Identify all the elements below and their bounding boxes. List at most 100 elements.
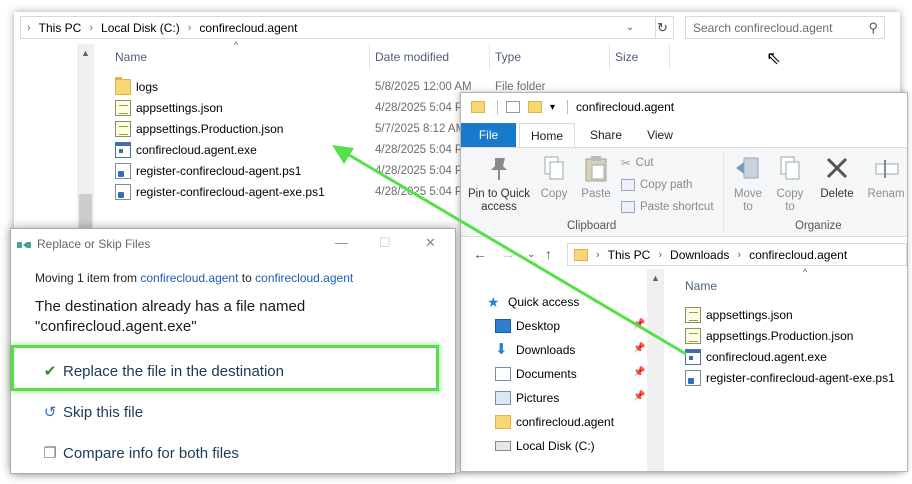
destination-folder-link[interactable]: confirecloud.agent <box>255 271 353 285</box>
close-icon[interactable]: ✕ <box>425 235 436 251</box>
back-arrow-icon[interactable]: ← <box>473 246 487 262</box>
navigation-scrollbar[interactable]: ▲ <box>647 269 664 471</box>
nav-item-documents[interactable]: Documents <box>495 363 577 385</box>
cut-button[interactable]: ✂ Cut <box>621 154 654 172</box>
address-bar[interactable]: › This PC › Local Disk (C:) › confireclo… <box>20 16 656 39</box>
replace-option[interactable]: ✔ Replace the file in the destination <box>41 362 284 381</box>
ribbon-tabs: File Home Share View <box>461 121 907 147</box>
file-name: appsettings.Production.json <box>706 329 854 343</box>
move-to-button[interactable]: Move to <box>731 154 765 214</box>
tab-home[interactable]: Home <box>519 123 575 147</box>
minimize-icon[interactable]: — <box>335 235 348 250</box>
pin-icon[interactable]: 📌 <box>633 319 645 330</box>
file-row-register-ps1[interactable]: register-confirecloud-agent.ps1 <box>115 161 301 181</box>
paste-label: Paste <box>581 188 611 200</box>
nav-item-downloads[interactable]: ⬇ Downloads <box>495 339 575 361</box>
paste-shortcut-button[interactable]: Paste shortcut <box>621 198 714 216</box>
divider <box>567 100 569 114</box>
tab-view[interactable]: View <box>637 123 683 147</box>
search-input[interactable]: Search confirecloud.agent ⚲ <box>685 16 885 39</box>
column-header-size[interactable]: Size <box>615 44 638 70</box>
scroll-up-icon[interactable]: ▲ <box>81 48 90 58</box>
file-row-register-exe-ps1[interactable]: register-confirecloud-agent-exe.ps1 <box>115 182 325 202</box>
mouse-cursor-icon: ⇖ <box>766 48 782 68</box>
nav-label: confirecloud.agent <box>516 415 615 429</box>
pin-icon[interactable]: 📌 <box>633 367 645 378</box>
file-name: appsettings.json <box>136 101 223 115</box>
breadcrumb-current-folder[interactable]: confirecloud.agent <box>749 248 847 262</box>
column-header-type[interactable]: Type <box>495 44 521 70</box>
column-divider[interactable] <box>669 44 670 70</box>
nav-item-pictures[interactable]: Pictures <box>495 387 559 409</box>
ps1-file-icon <box>115 163 131 179</box>
copy-path-label: Copy path <box>640 179 693 191</box>
delete-button[interactable]: Delete <box>817 154 857 201</box>
folder-icon <box>574 248 588 261</box>
scroll-up-icon[interactable]: ▲ <box>651 273 660 283</box>
source-folder-link[interactable]: confirecloud.agent <box>140 271 238 285</box>
column-divider[interactable] <box>369 44 370 70</box>
forward-arrow-icon[interactable]: → <box>501 246 515 262</box>
breadcrumb-this-pc[interactable]: This PC <box>608 248 651 262</box>
pin-icon[interactable]: 📌 <box>633 343 645 354</box>
recent-locations-icon[interactable]: ⌄ <box>527 249 535 260</box>
up-arrow-icon[interactable]: ↑ <box>545 246 552 262</box>
column-divider[interactable] <box>609 44 610 70</box>
pin-icon[interactable]: 📌 <box>633 391 645 402</box>
file-row-appsettings[interactable]: appsettings.json <box>115 98 223 118</box>
star-icon: ★ <box>487 294 500 310</box>
search-icon[interactable]: ⚲ <box>868 20 878 36</box>
nav-item-local-disk[interactable]: Local Disk (C:) <box>495 435 595 457</box>
column-divider[interactable] <box>489 44 490 70</box>
breadcrumb-current-folder[interactable]: confirecloud.agent <box>199 21 297 35</box>
rename-button[interactable]: Renam <box>863 154 907 201</box>
nav-label: Documents <box>516 367 577 381</box>
refresh-icon[interactable]: ↻ <box>652 16 674 39</box>
compare-option[interactable]: ❐ Compare info for both files <box>41 444 239 463</box>
customize-toolbar-icon[interactable]: ▾ <box>550 102 555 113</box>
file-row-logs[interactable]: logs <box>115 77 158 97</box>
address-bar[interactable]: › This PC › Downloads › confirecloud.age… <box>567 243 907 266</box>
breadcrumb-this-pc[interactable]: This PC <box>39 21 82 35</box>
paste-shortcut-icon <box>621 201 635 213</box>
breadcrumb-local-disk[interactable]: Local Disk (C:) <box>101 21 180 35</box>
new-folder-icon[interactable] <box>528 101 542 113</box>
title-bar[interactable]: ▾ confirecloud.agent <box>461 93 907 121</box>
delete-x-icon <box>823 154 851 184</box>
copy-icon <box>540 154 568 184</box>
window-title: confirecloud.agent <box>576 100 675 114</box>
file-row-register-exe-ps1[interactable]: register-confirecloud-agent-exe.ps1 <box>685 368 895 388</box>
column-header-date[interactable]: Date modified <box>375 44 449 70</box>
file-row-agent-exe[interactable]: confirecloud.agent.exe <box>685 347 827 367</box>
column-header-name[interactable]: Name <box>115 44 147 70</box>
maximize-icon[interactable]: ☐ <box>379 235 391 251</box>
paste-button[interactable]: Paste <box>575 154 617 201</box>
copy-to-label: Copy to <box>776 188 804 213</box>
properties-icon[interactable] <box>506 101 520 113</box>
nav-item-desktop[interactable]: Desktop <box>495 315 560 337</box>
nav-item-confirecloud-agent[interactable]: confirecloud.agent <box>495 411 614 433</box>
tab-share[interactable]: Share <box>583 123 629 147</box>
copy-to-button[interactable]: Copy to <box>773 154 807 214</box>
file-row-appsettings-production[interactable]: appsettings.Production.json <box>685 326 853 346</box>
replace-label: Replace the file in the destination <box>63 362 284 380</box>
copy-button[interactable]: Copy <box>535 154 573 201</box>
clipboard-group-label: Clipboard <box>567 220 617 232</box>
column-header-name[interactable]: Name <box>685 279 717 293</box>
address-dropdown-icon[interactable]: ⌄ <box>622 16 638 39</box>
dialog-title-bar[interactable]: Replace or Skip Files <box>17 235 150 253</box>
copy-path-button[interactable]: Copy path <box>621 176 692 194</box>
tab-file[interactable]: File <box>461 123 516 147</box>
organize-group-label: Organize <box>795 220 842 232</box>
file-row-appsettings-production[interactable]: appsettings.Production.json <box>115 119 283 139</box>
nav-item-quick-access[interactable]: ★ Quick access <box>487 291 579 313</box>
skip-option[interactable]: ↺ Skip this file <box>41 403 143 422</box>
json-file-icon <box>685 307 701 323</box>
file-row-appsettings[interactable]: appsettings.json <box>685 305 793 325</box>
breadcrumb-downloads[interactable]: Downloads <box>670 248 729 262</box>
file-row-agent-exe[interactable]: confirecloud.agent.exe <box>115 140 257 160</box>
pin-to-quick-access-button[interactable]: Pin to Quick access <box>467 154 531 214</box>
nav-label: Pictures <box>516 391 560 405</box>
pin-icon <box>485 154 513 184</box>
chevron-right-icon: › <box>596 248 600 261</box>
